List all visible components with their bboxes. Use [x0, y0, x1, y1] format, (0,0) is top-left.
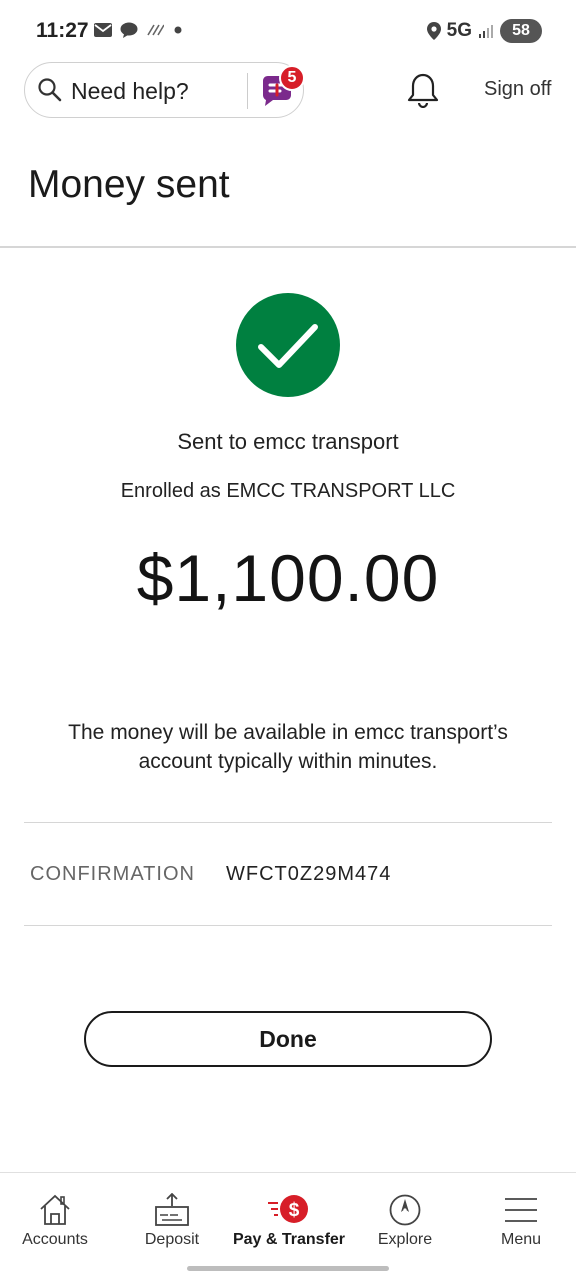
page-title: Money sent — [28, 163, 230, 206]
battery-icon: 58 — [500, 19, 542, 43]
nav-label: Deposit — [144, 1231, 200, 1248]
nav-label: Menu — [500, 1231, 542, 1248]
deposit-icon — [155, 1193, 189, 1226]
amount-sent: $1,100.00 — [136, 541, 440, 615]
divider — [24, 925, 552, 926]
nav-item-accounts[interactable]: Accounts — [0, 1173, 110, 1259]
success-check-badge — [236, 293, 340, 397]
enrolled-as-text: Enrolled as EMCC TRANSPORT LLC — [120, 480, 456, 502]
divider — [24, 822, 552, 823]
availability-message: The money will be available in emcc tran… — [68, 721, 508, 773]
nav-item-pay-transfer[interactable]: $ Pay & Transfer — [228, 1173, 350, 1259]
compass-icon — [389, 1194, 421, 1226]
divider — [247, 73, 248, 109]
need-help-search[interactable]: Need help? 5 — [24, 62, 305, 118]
pay-transfer-icon: $ — [268, 1195, 308, 1223]
nav-label: Explore — [377, 1231, 433, 1248]
network-type: 5G — [446, 20, 472, 41]
signal-bars-icon — [479, 25, 493, 38]
chat-bubble-icon — [120, 22, 138, 38]
recipient-text: Sent to emcc transport — [177, 429, 399, 454]
search-icon — [38, 78, 62, 102]
status-notification-icons — [94, 22, 184, 38]
need-help-label: Need help? — [71, 78, 189, 104]
nav-item-explore[interactable]: Explore — [350, 1173, 460, 1259]
confirmation-label: CONFIRMATION — [30, 863, 195, 885]
bottom-navigation: Accounts Deposit $ Pay & Transfer Explor… — [0, 1172, 576, 1258]
nav-label: Accounts — [22, 1231, 88, 1248]
mail-icon — [94, 23, 112, 37]
location-icon — [426, 22, 441, 40]
nav-item-menu[interactable]: Menu — [466, 1173, 576, 1259]
done-button[interactable]: Done — [84, 1011, 492, 1067]
nav-label: Pay & Transfer — [232, 1231, 346, 1248]
checkmark-icon — [258, 324, 318, 368]
hamburger-menu-icon — [505, 1198, 537, 1222]
header-divider — [0, 246, 576, 248]
home-indicator[interactable] — [187, 1266, 389, 1271]
confirmation-number: WFCT0Z29M474 — [226, 863, 392, 885]
svg-text:$: $ — [289, 1200, 300, 1221]
status-time: 11:27 — [36, 19, 89, 42]
signal-noise-icon — [147, 24, 164, 36]
chat-notification-badge: 5 — [279, 65, 305, 91]
sign-off-link[interactable]: Sign off — [484, 78, 551, 101]
bell-icon[interactable] — [406, 72, 440, 108]
status-bar: 11:27 5G 58 — [0, 0, 576, 64]
home-icon — [40, 1194, 70, 1225]
status-system-icons: 5G 58 — [426, 19, 542, 43]
nav-item-deposit[interactable]: Deposit — [116, 1173, 228, 1259]
dot-icon — [174, 26, 182, 34]
